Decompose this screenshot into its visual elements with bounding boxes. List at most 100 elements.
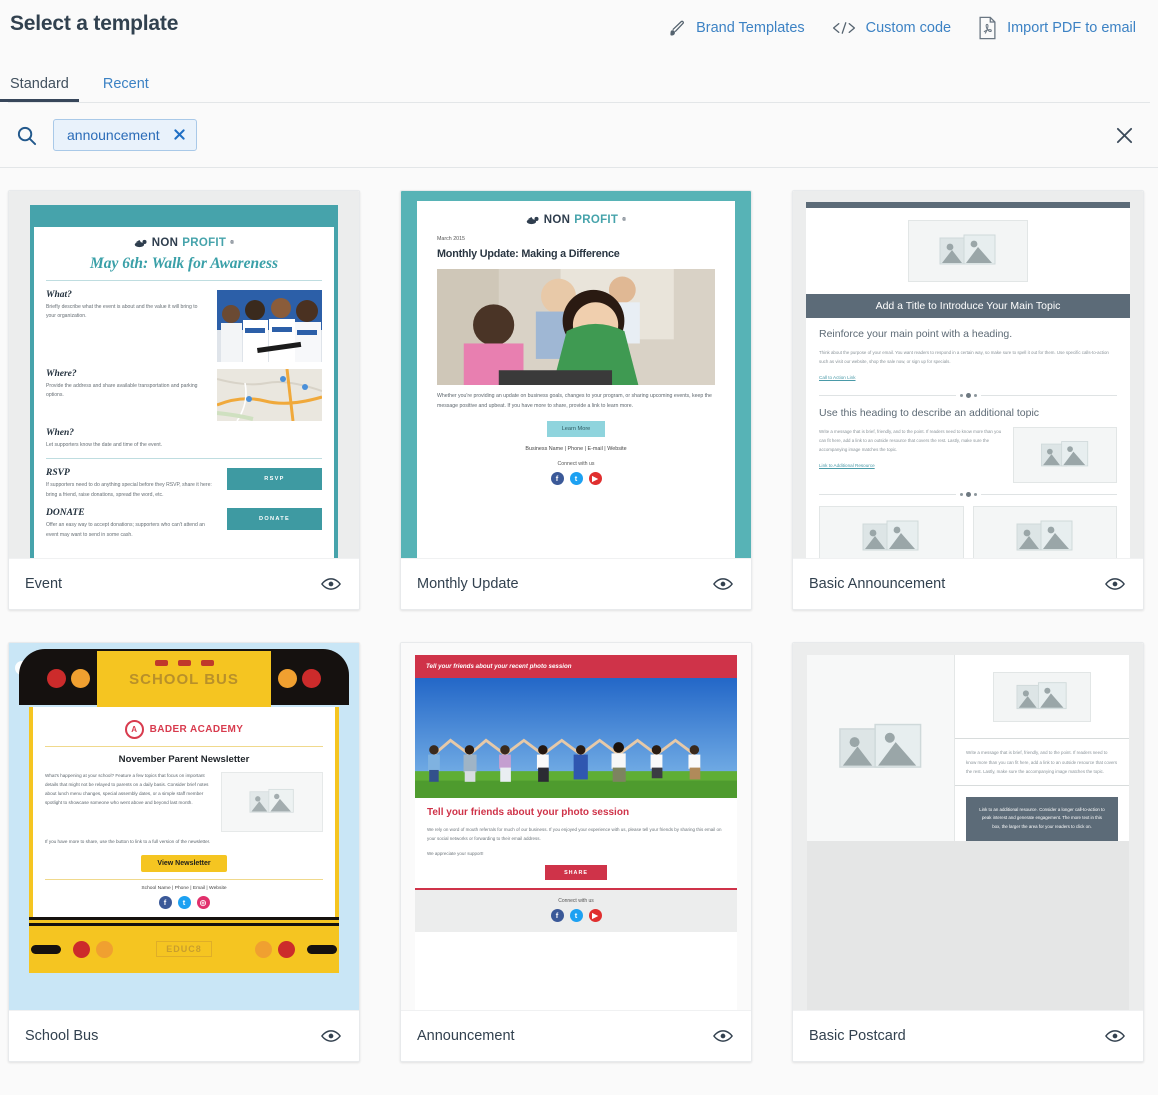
- code-icon: [831, 19, 857, 37]
- card-footer: Basic Postcard: [793, 1010, 1143, 1061]
- template-card-basic-postcard[interactable]: Write a message that is brief, friendly,…: [792, 642, 1144, 1062]
- card-title: Announcement: [417, 1028, 515, 1044]
- template-grid: NON PROFIT ® May 6th: Walk for Awareness W…: [0, 168, 1158, 1062]
- event-section-donate-body: Offer an easy way to accept donations; s…: [46, 522, 205, 538]
- bus-front: SCHOOL BUS: [9, 643, 359, 707]
- connect-label: Connect with us: [558, 898, 594, 904]
- template-card-monthly-update[interactable]: NON PROFIT ® March 2015 Monthly Update: Ma…: [400, 190, 752, 610]
- school-logo: A BADER ACADEMY: [45, 720, 323, 739]
- search-icon[interactable]: [16, 125, 37, 146]
- connect-label: Connect with us: [557, 460, 595, 467]
- card-title: Monthly Update: [417, 576, 519, 592]
- event-section-where-body: Provide the address and share available …: [46, 383, 198, 399]
- facebook-icon[interactable]: f: [550, 471, 564, 485]
- postcard-cta-block[interactable]: Link to an additional resource. Consider…: [966, 796, 1118, 841]
- view-newsletter-button[interactable]: View Newsletter: [141, 854, 227, 872]
- brand-templates-link[interactable]: Brand Templates: [668, 19, 805, 38]
- youtube-icon[interactable]: ▶: [588, 909, 602, 922]
- event-section-when-body: Let supporters know the date and time of…: [46, 442, 163, 448]
- eye-icon[interactable]: [321, 577, 341, 591]
- social-icons: f t ▶: [437, 471, 715, 485]
- event-section-what-body: Briefly describe what the event is about…: [46, 304, 198, 320]
- template-card-basic-announcement[interactable]: Add a Title to Introduce Your Main Topic…: [792, 190, 1144, 610]
- import-pdf-link[interactable]: Import PDF to email: [977, 16, 1136, 40]
- footer-links: Business Name | Phone | E-mail | Website: [525, 445, 627, 452]
- search-chip-label: announcement: [67, 127, 160, 143]
- license-plate: EDUC8: [156, 940, 212, 957]
- placeholder-image-icon: [1013, 427, 1117, 484]
- eye-icon[interactable]: [1105, 1029, 1125, 1043]
- bus-bumper: EDUC8: [29, 916, 339, 973]
- card-footer: Monthly Update: [401, 558, 751, 609]
- template-thumbnail: Write a message that is brief, friendly,…: [793, 643, 1143, 1010]
- card-title: School Bus: [25, 1028, 99, 1044]
- youtube-icon[interactable]: ▶: [588, 471, 602, 485]
- announcement-headline: Tell your friends about your photo sessi…: [427, 807, 630, 818]
- eye-icon[interactable]: [713, 1029, 733, 1043]
- classroom-photo: [437, 269, 715, 385]
- event-section-what-title: What?: [46, 290, 72, 300]
- pdf-file-icon: [977, 16, 998, 40]
- additional-resource-link[interactable]: Link to Additional Resource: [819, 463, 875, 468]
- event-section-rsvp-title: RSVP: [46, 468, 70, 479]
- announcement-body-1: We rely on word of mouth referrals for m…: [427, 827, 722, 841]
- logo-non: NON: [543, 214, 571, 226]
- twitter-icon[interactable]: t: [177, 895, 191, 909]
- logo-profit: PROFIT: [574, 214, 619, 226]
- placeholder-image-icon: [819, 506, 964, 558]
- bus-sign-text: SCHOOL BUS: [129, 671, 239, 688]
- tab-recent[interactable]: Recent: [101, 76, 151, 102]
- social-icons: f t ◎: [45, 895, 323, 917]
- page-title: Select a template: [10, 12, 179, 35]
- donate-button[interactable]: DONATE: [227, 508, 322, 531]
- facebook-icon[interactable]: f: [158, 895, 172, 909]
- issue-date: March 2015: [437, 236, 465, 242]
- twitter-icon[interactable]: t: [569, 909, 583, 922]
- nonprofit-logo: NON PROFIT ®: [46, 237, 322, 249]
- template-card-announcement[interactable]: Tell your friends about your recent phot…: [400, 642, 752, 1062]
- eye-icon[interactable]: [713, 577, 733, 591]
- template-card-event[interactable]: NON PROFIT ® May 6th: Walk for Awareness W…: [8, 190, 360, 610]
- share-button[interactable]: SHARE: [545, 865, 607, 880]
- newsletter-body-2: If you have more to share, use the butto…: [45, 839, 211, 844]
- social-icons: f t ▶: [415, 909, 737, 922]
- call-to-action-link[interactable]: Call to Action Link: [819, 375, 856, 380]
- paintbrush-icon: [668, 19, 687, 38]
- eye-icon[interactable]: [321, 1029, 341, 1043]
- monthly-headline: Monthly Update: Making a Difference: [437, 248, 620, 260]
- card-footer: Announcement: [401, 1010, 751, 1061]
- placeholder-image-icon: [221, 772, 323, 832]
- template-thumbnail: Add a Title to Introduce Your Main Topic…: [793, 191, 1143, 558]
- x-icon[interactable]: [174, 128, 185, 142]
- logo-non: NON: [151, 237, 179, 249]
- twitter-icon[interactable]: t: [569, 471, 583, 485]
- template-thumbnail: Tell your friends about your recent phot…: [401, 643, 751, 1010]
- event-section-donate-title: DONATE: [46, 508, 85, 519]
- school-footer-links: School Name | Phone | Email | Website: [141, 885, 227, 891]
- close-icon[interactable]: [1109, 120, 1140, 151]
- logo-profit: PROFIT: [182, 237, 227, 249]
- page-header: Select a template Brand Templates Custom…: [0, 0, 1158, 58]
- template-thumbnail: NON PROFIT ® May 6th: Walk for Awareness W…: [9, 191, 359, 558]
- custom-code-link[interactable]: Custom code: [831, 19, 951, 37]
- search-filter-chip[interactable]: announcement: [53, 119, 197, 151]
- school-name: BADER ACADEMY: [149, 724, 244, 735]
- tab-standard[interactable]: Standard: [0, 76, 79, 102]
- placeholder-image-icon: [993, 671, 1091, 722]
- newsletter-body-1: What's happening at your school? Feature…: [45, 773, 209, 805]
- facebook-icon[interactable]: f: [550, 909, 564, 922]
- eye-icon[interactable]: [1105, 577, 1125, 591]
- tab-recent-label: Recent: [102, 76, 149, 92]
- learn-more-button[interactable]: Learn More: [547, 420, 605, 437]
- announcement-title-bar: Add a Title to Introduce Your Main Topic: [806, 294, 1130, 318]
- event-section-when-title: When?: [46, 428, 74, 438]
- section-divider: [819, 393, 1117, 399]
- rsvp-button[interactable]: RSVP: [227, 468, 322, 491]
- announcement-banner: Tell your friends about your recent phot…: [415, 655, 737, 678]
- tab-standard-label: Standard: [10, 76, 69, 92]
- template-card-school-bus[interactable]: SCHOOL BUS A BADER ACADEMY November Pare…: [8, 642, 360, 1062]
- instagram-icon[interactable]: ◎: [196, 895, 210, 909]
- card-footer: Basic Announcement: [793, 558, 1143, 609]
- header-actions: Brand Templates Custom code Import PDF t…: [668, 8, 1136, 40]
- template-thumbnail: NON PROFIT ® March 2015 Monthly Update: Ma…: [401, 191, 751, 558]
